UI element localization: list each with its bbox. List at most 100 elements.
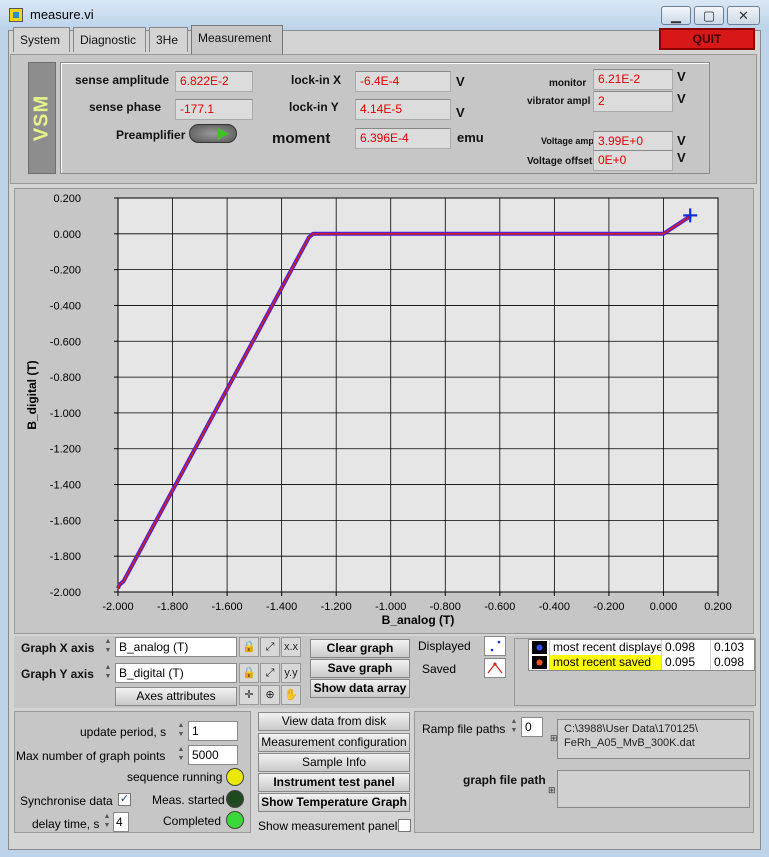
clear-graph-button[interactable]: Clear graph	[310, 639, 410, 658]
synchronise-checkbox[interactable]: ✓	[118, 793, 131, 806]
ramp-path-line2: FeRh_A05_MvB_300K.dat	[564, 737, 695, 749]
x-autoscale-icon[interactable]: ⤢	[260, 637, 280, 657]
preamplifier-toggle[interactable]	[189, 124, 237, 143]
max-points-label: Max number of graph points	[16, 749, 166, 763]
title-bar	[0, 0, 769, 30]
max-points-input[interactable]: 5000	[188, 745, 238, 765]
graph-y-axis-select[interactable]: B_digital (T)	[115, 663, 237, 683]
sense-phase-value: -177.1	[175, 99, 253, 120]
lockin-y-value: 4.14E-5	[355, 99, 451, 120]
saved-label: Saved	[422, 662, 457, 676]
minimize-button[interactable]: ▁	[661, 6, 691, 25]
voltage-offset-unit: V	[677, 150, 686, 165]
show-measurement-panel-label: Show measurement panel	[258, 819, 398, 833]
measurement-configuration-button[interactable]: Measurement configuration	[258, 733, 410, 752]
show-temperature-graph-button[interactable]: Show Temperature Graph	[258, 793, 410, 812]
tab-measurement[interactable]: Measurement	[191, 25, 283, 54]
lockin-y-label: lock-in Y	[289, 100, 339, 114]
show-data-array-button[interactable]: Show data array	[310, 679, 410, 698]
monitor-label: monitor	[549, 78, 587, 89]
saved-plot-style-icon[interactable]	[484, 658, 506, 678]
vibrator-ampl-unit: V	[677, 91, 686, 106]
sense-amplitude-value: 6.822E-2	[175, 71, 253, 92]
vibrator-ampl-value: 2	[593, 91, 673, 112]
lockin-x-label: lock-in X	[291, 73, 342, 87]
ramp-file-paths-label: Ramp file paths	[422, 722, 506, 736]
monitor-value: 6.21E-2	[593, 69, 673, 90]
ramp-path-line1: C:\3988\User Data\170125\	[564, 723, 698, 735]
lock-icon[interactable]: 🔒	[239, 637, 259, 657]
save-graph-button[interactable]: Save graph	[310, 659, 410, 678]
vibrator-ampl-label: vibrator ampl	[527, 96, 591, 107]
legend-row-saved[interactable]: most recent saved 0.095 0.098	[529, 655, 754, 670]
moment-value: 6.396E-4	[355, 128, 451, 149]
legend-x-value: 0.098	[661, 640, 709, 655]
sequence-running-label: sequence running	[127, 770, 223, 784]
graph-file-path-label: graph file path	[463, 773, 546, 787]
graph-y-axis-label: Graph Y axis	[21, 667, 94, 681]
ramp-index-spinner[interactable]: ▲ ▼	[509, 717, 519, 737]
quit-button[interactable]: QUIT	[659, 28, 755, 50]
legend-x-value: 0.095	[661, 655, 709, 670]
update-period-spinner[interactable]: ▲ ▼	[176, 721, 186, 741]
vsm-logo: VSM	[28, 62, 56, 174]
y-autoscale-icon[interactable]: ⤢	[260, 663, 280, 683]
window-title: measure.vi	[30, 7, 94, 22]
sense-amplitude-label: sense amplitude	[75, 73, 170, 87]
delay-time-spinner[interactable]: ▲ ▼	[102, 812, 112, 832]
update-period-input[interactable]: 1	[188, 721, 238, 741]
vsm-logo-text: VSM	[30, 94, 53, 142]
tab-3he[interactable]: 3He	[149, 27, 188, 52]
graph-x-axis-spinner[interactable]: ▲ ▼	[103, 637, 113, 657]
voltage-ampl-value: 3.99E+0	[593, 131, 673, 152]
ramp-file-path-display[interactable]: C:\3988\User Data\170125\ FeRh_A05_MvB_3…	[557, 719, 750, 759]
voltage-ampl-unit: V	[677, 133, 686, 148]
y-format-icon[interactable]: y.y	[281, 663, 301, 683]
instrument-test-panel-button[interactable]: Instrument test panel	[258, 773, 410, 792]
legend-name: most recent saved	[549, 655, 661, 670]
voltage-offset-value: 0E+0	[593, 150, 673, 171]
axes-attributes-button[interactable]: Axes attributes	[115, 687, 237, 706]
app-icon	[9, 8, 23, 22]
plot-area[interactable]	[118, 198, 718, 592]
sample-info-button[interactable]: Sample Info	[258, 753, 410, 772]
completed-led	[226, 811, 244, 829]
legend-name: most recent displayed	[549, 640, 661, 655]
synchronise-label: Synchronise data	[20, 794, 113, 808]
meas-started-label: Meas. started	[152, 793, 225, 807]
voltage-offset-label: Voltage offset	[527, 156, 593, 167]
meas-started-led	[226, 790, 244, 808]
lock-icon[interactable]: 🔒	[239, 663, 259, 683]
graph-x-axis-select[interactable]: B_analog (T)	[115, 637, 237, 657]
graph-y-axis-spinner[interactable]: ▲ ▼	[103, 663, 113, 683]
pan-hand-icon[interactable]: ✋	[281, 685, 301, 705]
lockin-x-value: -6.4E-4	[355, 71, 451, 92]
graph-file-path-display[interactable]	[557, 770, 750, 808]
displayed-plot-style-icon[interactable]	[484, 636, 506, 656]
preamplifier-label: Preamplifier	[116, 128, 186, 142]
show-measurement-panel-checkbox[interactable]	[398, 819, 411, 832]
delay-time-label: delay time, s	[32, 817, 100, 831]
lockin-y-unit: V	[456, 105, 465, 120]
lockin-x-unit: V	[456, 74, 465, 89]
update-period-label: update period, s	[80, 725, 167, 739]
moment-unit: emu	[457, 130, 484, 145]
moment-label: moment	[272, 130, 331, 147]
displayed-label: Displayed	[418, 639, 471, 653]
legend-y-value: 0.098	[710, 655, 756, 670]
delay-time-input[interactable]: 4	[113, 812, 129, 832]
view-data-from-disk-button[interactable]: View data from disk	[258, 712, 410, 731]
legend-row-displayed[interactable]: most recent displayed 0.098 0.103	[529, 640, 754, 655]
x-format-icon[interactable]: x.x	[281, 637, 301, 657]
tab-diagnostic[interactable]: Diagnostic	[73, 27, 146, 52]
close-window-button[interactable]: ✕	[727, 6, 760, 25]
crosshair-icon[interactable]: ✛	[239, 685, 259, 705]
monitor-unit: V	[677, 69, 686, 84]
graph-path-browse-icon[interactable]: ⊞	[548, 785, 556, 796]
max-points-spinner[interactable]: ▲ ▼	[176, 745, 186, 765]
sequence-running-led	[226, 768, 244, 786]
tab-system[interactable]: System	[13, 27, 70, 52]
zoom-icon[interactable]: ⊕	[260, 685, 280, 705]
maximize-button[interactable]: ▢	[694, 6, 724, 25]
ramp-index-input[interactable]: 0	[521, 717, 543, 737]
